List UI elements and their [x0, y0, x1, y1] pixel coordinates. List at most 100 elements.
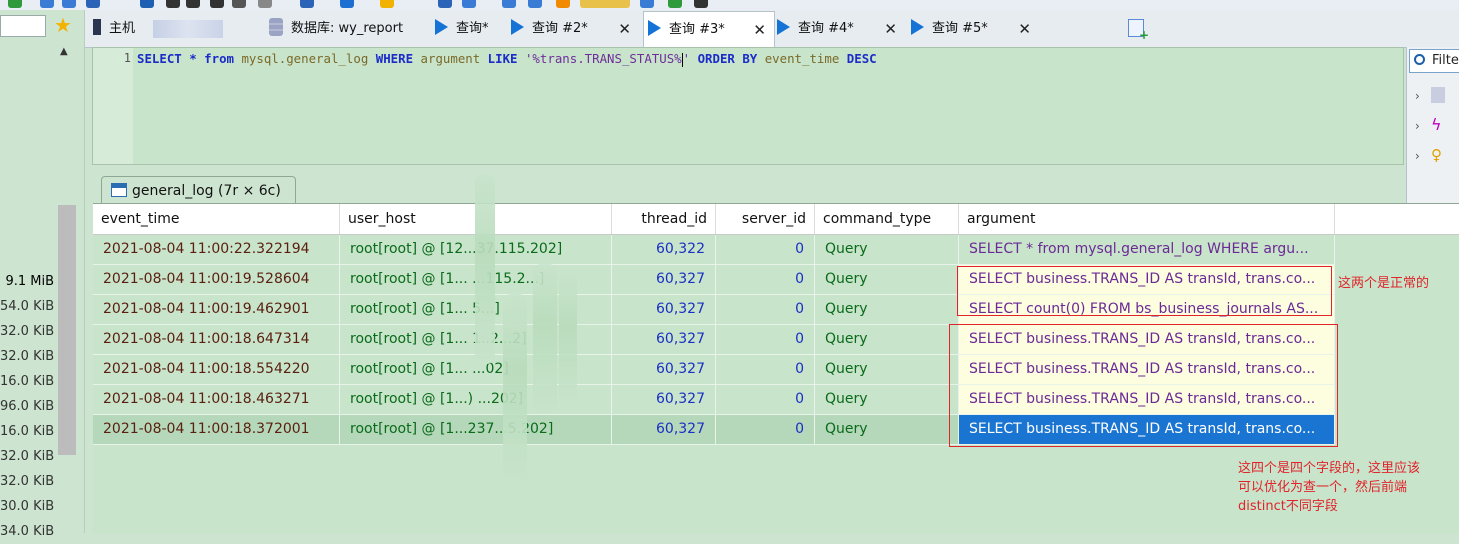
- cell-thread-id[interactable]: 60,327: [612, 355, 716, 385]
- cell-event-time[interactable]: 2021-08-04 11:00:22.322194: [93, 235, 340, 265]
- toolbar-icon[interactable]: [40, 0, 54, 8]
- tree-filter-input[interactable]: [0, 15, 46, 37]
- toolbar-icon[interactable]: [528, 0, 542, 8]
- object-size-item[interactable]: 9.1 MiB: [0, 269, 56, 294]
- toolbar-icon[interactable]: [186, 0, 200, 8]
- cell-argument[interactable]: SELECT business.TRANS_ID AS transId, tra…: [959, 355, 1335, 385]
- column-header-server-id[interactable]: server_id: [716, 204, 815, 234]
- cell-event-time[interactable]: 2021-08-04 11:00:18.372001: [93, 415, 340, 445]
- tab-query-4[interactable]: 查询 #4* ✕: [777, 12, 905, 46]
- sql-text[interactable]: SELECT * from mysql.general_log WHERE ar…: [137, 51, 877, 67]
- toolbar-icon[interactable]: [580, 0, 630, 8]
- table-row[interactable]: 2021-08-04 11:00:18.647314 root[root] @ […: [93, 325, 1459, 355]
- cell-command-type[interactable]: Query: [815, 415, 959, 445]
- cell-event-time[interactable]: 2021-08-04 11:00:18.463271: [93, 385, 340, 415]
- toolbar-icon[interactable]: [340, 0, 354, 8]
- cell-server-id[interactable]: 0: [716, 355, 815, 385]
- cell-command-type[interactable]: Query: [815, 235, 959, 265]
- object-size-item[interactable]: 32.0 KiB: [0, 344, 56, 369]
- cell-command-type[interactable]: Query: [815, 385, 959, 415]
- expand-chevron-icon[interactable]: ›: [1415, 119, 1420, 133]
- toolbar-icon[interactable]: [62, 0, 76, 8]
- close-icon[interactable]: ✕: [884, 12, 897, 46]
- toolbar-icon[interactable]: [86, 0, 100, 8]
- cell-thread-id[interactable]: 60,327: [612, 385, 716, 415]
- helper-filter-input[interactable]: Filte: [1409, 49, 1459, 73]
- object-size-item[interactable]: 34.0 KiB: [0, 519, 56, 544]
- object-size-item[interactable]: 96.0 KiB: [0, 394, 56, 419]
- object-size-item[interactable]: 32.0 KiB: [0, 469, 56, 494]
- close-icon[interactable]: ✕: [618, 12, 631, 46]
- cell-server-id[interactable]: 0: [716, 295, 815, 325]
- table-row[interactable]: 2021-08-04 11:00:19.462901 root[root] @ […: [93, 295, 1459, 325]
- cell-argument[interactable]: SELECT business.TRANS_ID AS transId, tra…: [959, 385, 1335, 415]
- cell-argument[interactable]: SELECT * from mysql.general_log WHERE ar…: [959, 235, 1335, 265]
- table-row[interactable]: 2021-08-04 11:00:22.322194 root[root] @ […: [93, 235, 1459, 265]
- tree-scrollbar[interactable]: [58, 205, 76, 455]
- toolbar-icon[interactable]: [462, 0, 476, 8]
- table-row[interactable]: 2021-08-04 11:00:18.463271 root[root] @ […: [93, 385, 1459, 415]
- cell-thread-id[interactable]: 60,327: [612, 295, 716, 325]
- toolbar-icon[interactable]: [166, 0, 180, 8]
- toolbar-icon[interactable]: [210, 0, 224, 8]
- column-header-event-time[interactable]: event_time: [93, 204, 340, 234]
- cell-event-time[interactable]: 2021-08-04 11:00:19.462901: [93, 295, 340, 325]
- cell-argument[interactable]: SELECT business.TRANS_ID AS transId, tra…: [959, 325, 1335, 355]
- object-size-item[interactable]: 30.0 KiB: [0, 494, 56, 519]
- cell-argument[interactable]: SELECT business.TRANS_ID AS transId, tra…: [959, 265, 1335, 295]
- cell-command-type[interactable]: Query: [815, 355, 959, 385]
- toolbar-icon[interactable]: [380, 0, 394, 8]
- toolbar-icon[interactable]: [668, 0, 682, 8]
- expand-chevron-icon[interactable]: ›: [1415, 149, 1420, 163]
- toolbar-icon[interactable]: [640, 0, 654, 8]
- tab-query-2[interactable]: 查询 #2* ✕: [511, 12, 639, 46]
- cell-server-id[interactable]: 0: [716, 385, 815, 415]
- cell-argument[interactable]: SELECT count(0) FROM bs_business_journal…: [959, 295, 1335, 325]
- cell-argument[interactable]: SELECT business.TRANS_ID AS transId, tra…: [959, 415, 1335, 445]
- result-tab[interactable]: general_log (7r × 6c): [101, 176, 296, 204]
- cell-command-type[interactable]: Query: [815, 295, 959, 325]
- cell-server-id[interactable]: 0: [716, 235, 815, 265]
- toolbar-icon[interactable]: [258, 0, 272, 8]
- column-header-argument[interactable]: argument: [959, 204, 1335, 234]
- column-header-thread-id[interactable]: thread_id: [612, 204, 716, 234]
- star-icon[interactable]: ★: [52, 12, 74, 38]
- cell-command-type[interactable]: Query: [815, 325, 959, 355]
- object-size-item[interactable]: 32.0 KiB: [0, 319, 56, 344]
- tab-query-3[interactable]: 查询 #3* ✕: [643, 11, 775, 48]
- toolbar-icon[interactable]: [232, 0, 246, 8]
- toolbar-icon[interactable]: [502, 0, 516, 8]
- table-row[interactable]: 2021-08-04 11:00:18.554220 root[root] @ […: [93, 355, 1459, 385]
- tab-host[interactable]: 主机: [93, 12, 265, 46]
- cell-server-id[interactable]: 0: [716, 415, 815, 445]
- sql-editor[interactable]: 1 SELECT * from mysql.general_log WHERE …: [92, 47, 1404, 165]
- object-size-item[interactable]: 54.0 KiB: [0, 294, 56, 319]
- cell-event-time[interactable]: 2021-08-04 11:00:18.647314: [93, 325, 340, 355]
- cell-event-time[interactable]: 2021-08-04 11:00:19.528604: [93, 265, 340, 295]
- object-size-item[interactable]: 16.0 KiB: [0, 369, 56, 394]
- toolbar-icon[interactable]: [438, 0, 452, 8]
- tab-database[interactable]: 数据库: wy_report: [269, 12, 429, 46]
- cell-thread-id[interactable]: 60,327: [612, 415, 716, 445]
- cell-thread-id[interactable]: 60,327: [612, 265, 716, 295]
- object-size-item[interactable]: 16.0 KiB: [0, 419, 56, 444]
- close-icon[interactable]: ✕: [753, 12, 766, 48]
- toolbar-icon[interactable]: [8, 0, 22, 8]
- toolbar-icon[interactable]: [300, 0, 314, 8]
- scroll-up-icon[interactable]: ▲: [60, 46, 68, 57]
- cell-thread-id[interactable]: 60,322: [612, 235, 716, 265]
- column-header-command-type[interactable]: command_type: [815, 204, 959, 234]
- cell-server-id[interactable]: 0: [716, 325, 815, 355]
- cell-thread-id[interactable]: 60,327: [612, 325, 716, 355]
- tab-query-5[interactable]: 查询 #5* ✕: [911, 12, 1039, 46]
- close-icon[interactable]: ✕: [1018, 12, 1031, 46]
- tab-query-1[interactable]: 查询*: [435, 12, 507, 46]
- new-query-tab-icon[interactable]: [1128, 19, 1149, 42]
- expand-chevron-icon[interactable]: ›: [1415, 89, 1420, 103]
- toolbar-icon[interactable]: [140, 0, 154, 8]
- object-size-item[interactable]: 32.0 KiB: [0, 444, 56, 469]
- cell-command-type[interactable]: Query: [815, 265, 959, 295]
- cell-server-id[interactable]: 0: [716, 265, 815, 295]
- toolbar-icon[interactable]: [694, 0, 708, 8]
- toolbar-icon[interactable]: [556, 0, 570, 8]
